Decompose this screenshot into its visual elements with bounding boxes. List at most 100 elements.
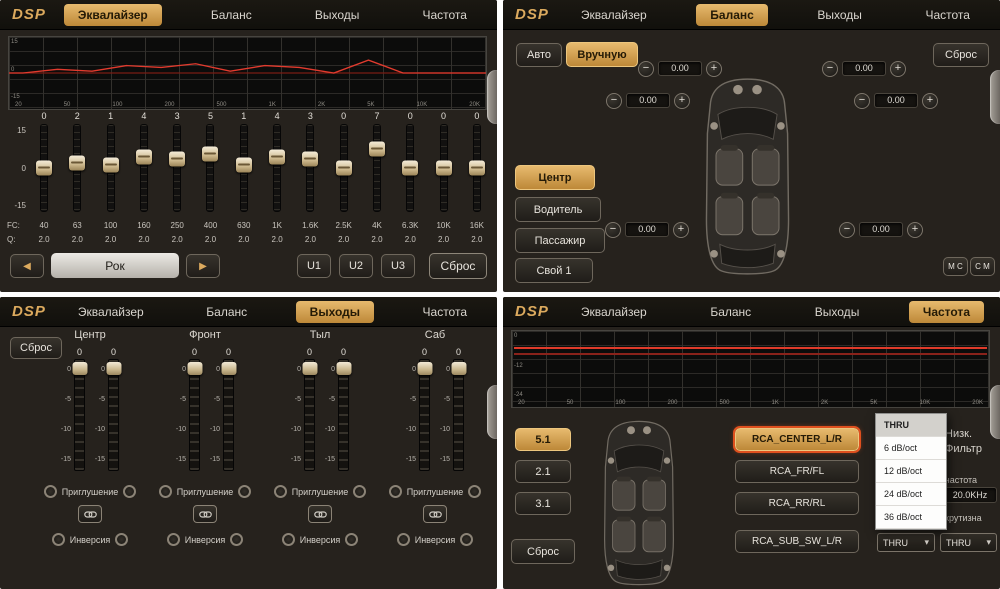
tab-balance[interactable]: Баланс (696, 301, 765, 323)
eq-band-slider[interactable] (206, 124, 214, 212)
output-level-slider-left[interactable] (74, 359, 85, 471)
tab-frequency[interactable]: Частота (409, 301, 481, 323)
tab-balance[interactable]: Баланс (696, 4, 768, 26)
memory-preset-button[interactable]: U3 (381, 254, 415, 278)
plus-button[interactable] (890, 61, 906, 77)
cm-button[interactable]: C M (970, 257, 995, 276)
plus-button[interactable] (674, 93, 690, 109)
memory-preset-button[interactable]: U1 (297, 254, 331, 278)
invert-toggle-left[interactable] (397, 533, 410, 546)
tab-equalizer[interactable]: Эквалайзер (567, 301, 661, 323)
invert-toggle-left[interactable] (52, 533, 65, 546)
output-level-slider-right[interactable] (108, 359, 119, 471)
eq-slider-thumb[interactable] (236, 158, 252, 173)
output-level-slider-left[interactable] (304, 359, 315, 471)
eq-band-slider[interactable] (240, 124, 248, 212)
eq-slider-thumb[interactable] (202, 147, 218, 162)
eq-slider-thumb[interactable] (136, 149, 152, 164)
dropdown-option[interactable]: 12 dB/oct (876, 460, 946, 483)
memory-preset-button[interactable]: U2 (339, 254, 373, 278)
link-channels-button[interactable] (78, 505, 102, 523)
dropdown-option[interactable]: 24 dB/oct (876, 483, 946, 506)
preset-prev-button[interactable] (10, 254, 44, 278)
plus-button[interactable] (907, 222, 923, 238)
eq-band-slider[interactable] (107, 124, 115, 212)
side-panel-handle[interactable] (990, 385, 1000, 439)
slider-thumb[interactable] (221, 362, 236, 375)
mute-toggle-right[interactable] (238, 485, 251, 498)
link-channels-button[interactable] (423, 505, 447, 523)
eq-band-slider[interactable] (40, 124, 48, 212)
tab-equalizer[interactable]: Эквалайзер (64, 4, 162, 26)
mute-toggle-right[interactable] (123, 485, 136, 498)
side-panel-handle[interactable] (990, 70, 1000, 124)
slope-select-left[interactable]: THRU (877, 533, 935, 552)
channel-rca-front-button[interactable]: RCA_FR/FL (735, 460, 859, 483)
slider-thumb[interactable] (302, 362, 317, 375)
eq-band-slider[interactable] (406, 124, 414, 212)
plus-button[interactable] (673, 222, 689, 238)
tab-frequency[interactable]: Частота (408, 4, 480, 26)
link-channels-button[interactable] (308, 505, 332, 523)
eq-slider-thumb[interactable] (269, 149, 285, 164)
mode-3-1-button[interactable]: 3.1 (515, 492, 571, 515)
channel-rca-center-button[interactable]: RCA_CENTER_L/R (735, 428, 859, 451)
side-panel-handle[interactable] (487, 70, 497, 124)
eq-slider-thumb[interactable] (369, 142, 385, 157)
channel-rca-rear-button[interactable]: RCA_RR/RL (735, 492, 859, 515)
eq-slider-thumb[interactable] (169, 152, 185, 167)
minus-button[interactable] (822, 61, 838, 77)
eq-band-slider[interactable] (473, 124, 481, 212)
tab-outputs[interactable]: Выходы (803, 4, 876, 26)
mute-toggle-left[interactable] (389, 485, 402, 498)
plus-button[interactable] (922, 93, 938, 109)
eq-slider-thumb[interactable] (402, 161, 418, 176)
dropdown-option[interactable]: 6 dB/oct (876, 437, 946, 460)
channel-rca-sub-button[interactable]: RCA_SUB_SW_L/R (735, 530, 859, 553)
eq-band-slider[interactable] (273, 124, 281, 212)
invert-toggle-right[interactable] (230, 533, 243, 546)
tab-outputs[interactable]: Выходы (296, 301, 374, 323)
invert-toggle-right[interactable] (115, 533, 128, 546)
dropdown-option[interactable]: 36 dB/oct (876, 506, 946, 529)
slider-thumb[interactable] (451, 362, 466, 375)
manual-mode-button[interactable]: Вручную (566, 42, 638, 67)
position-center-button[interactable]: Центр (515, 165, 595, 190)
position-custom1-button[interactable]: Свой 1 (515, 258, 593, 283)
tab-outputs[interactable]: Выходы (301, 4, 374, 26)
eq-band-slider[interactable] (73, 124, 81, 212)
reset-button[interactable]: Сброс (511, 539, 575, 564)
eq-slider-thumb[interactable] (436, 161, 452, 176)
dropdown-option-selected[interactable]: THRU (876, 414, 946, 437)
slope-select-right[interactable]: THRU (940, 533, 997, 552)
mode-2-1-button[interactable]: 2.1 (515, 460, 571, 483)
slider-thumb[interactable] (336, 362, 351, 375)
slider-thumb[interactable] (72, 362, 87, 375)
eq-slider-thumb[interactable] (302, 152, 318, 167)
minus-button[interactable] (638, 61, 654, 77)
side-panel-handle[interactable] (487, 385, 497, 439)
eq-band-slider[interactable] (340, 124, 348, 212)
output-level-slider-right[interactable] (338, 359, 349, 471)
slider-thumb[interactable] (417, 362, 432, 375)
eq-band-slider[interactable] (173, 124, 181, 212)
invert-toggle-left[interactable] (167, 533, 180, 546)
output-level-slider-left[interactable] (189, 359, 200, 471)
auto-mode-button[interactable]: Авто (516, 43, 562, 67)
mute-toggle-right[interactable] (353, 485, 366, 498)
position-driver-button[interactable]: Водитель (515, 197, 601, 222)
minus-button[interactable] (839, 222, 855, 238)
link-channels-button[interactable] (193, 505, 217, 523)
mute-toggle-left[interactable] (44, 485, 57, 498)
eq-slider-thumb[interactable] (36, 161, 52, 176)
output-level-slider-right[interactable] (453, 359, 464, 471)
output-level-slider-right[interactable] (223, 359, 234, 471)
tab-outputs[interactable]: Выходы (801, 301, 874, 323)
eq-slider-thumb[interactable] (469, 161, 485, 176)
mode-5-1-button[interactable]: 5.1 (515, 428, 571, 451)
eq-band-slider[interactable] (140, 124, 148, 212)
plus-button[interactable] (706, 61, 722, 77)
reset-button[interactable]: Сброс (933, 43, 989, 67)
mute-toggle-right[interactable] (468, 485, 481, 498)
tab-frequency[interactable]: Частота (909, 301, 984, 323)
